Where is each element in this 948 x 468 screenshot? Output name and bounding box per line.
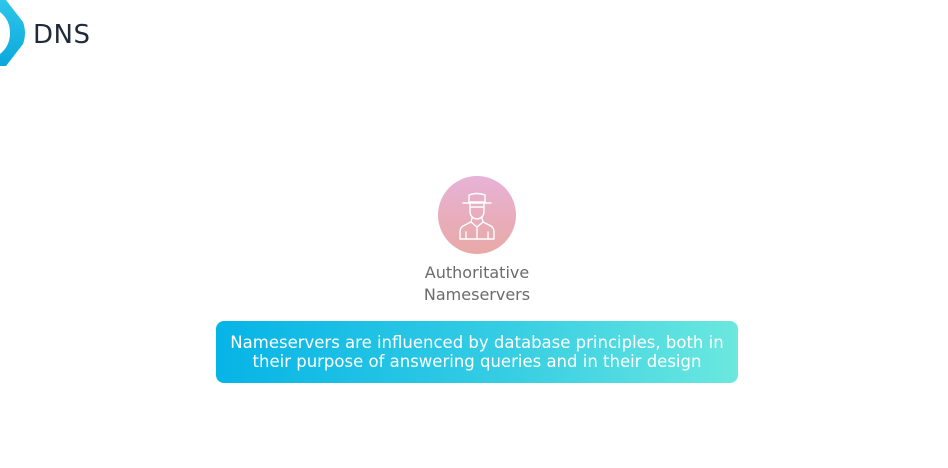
info-banner: Nameservers are influenced by database p…: [216, 321, 738, 383]
chevron-logo-icon: [0, 0, 25, 66]
node-label-line1: Authoritative: [424, 263, 530, 282]
node-label-line2: Nameservers: [423, 285, 531, 304]
banner-line2: their purpose of answering queries and i…: [252, 352, 702, 371]
banner-line1: Nameservers are influenced by database p…: [230, 333, 724, 352]
node-label: Authoritative Nameservers: [377, 262, 577, 306]
spy-agent-icon: [459, 192, 495, 240]
nameserver-avatar: [438, 176, 516, 254]
app-title: DNS: [33, 20, 91, 50]
slide: DNS Authoritative Nameservers Nameserver…: [0, 0, 948, 468]
